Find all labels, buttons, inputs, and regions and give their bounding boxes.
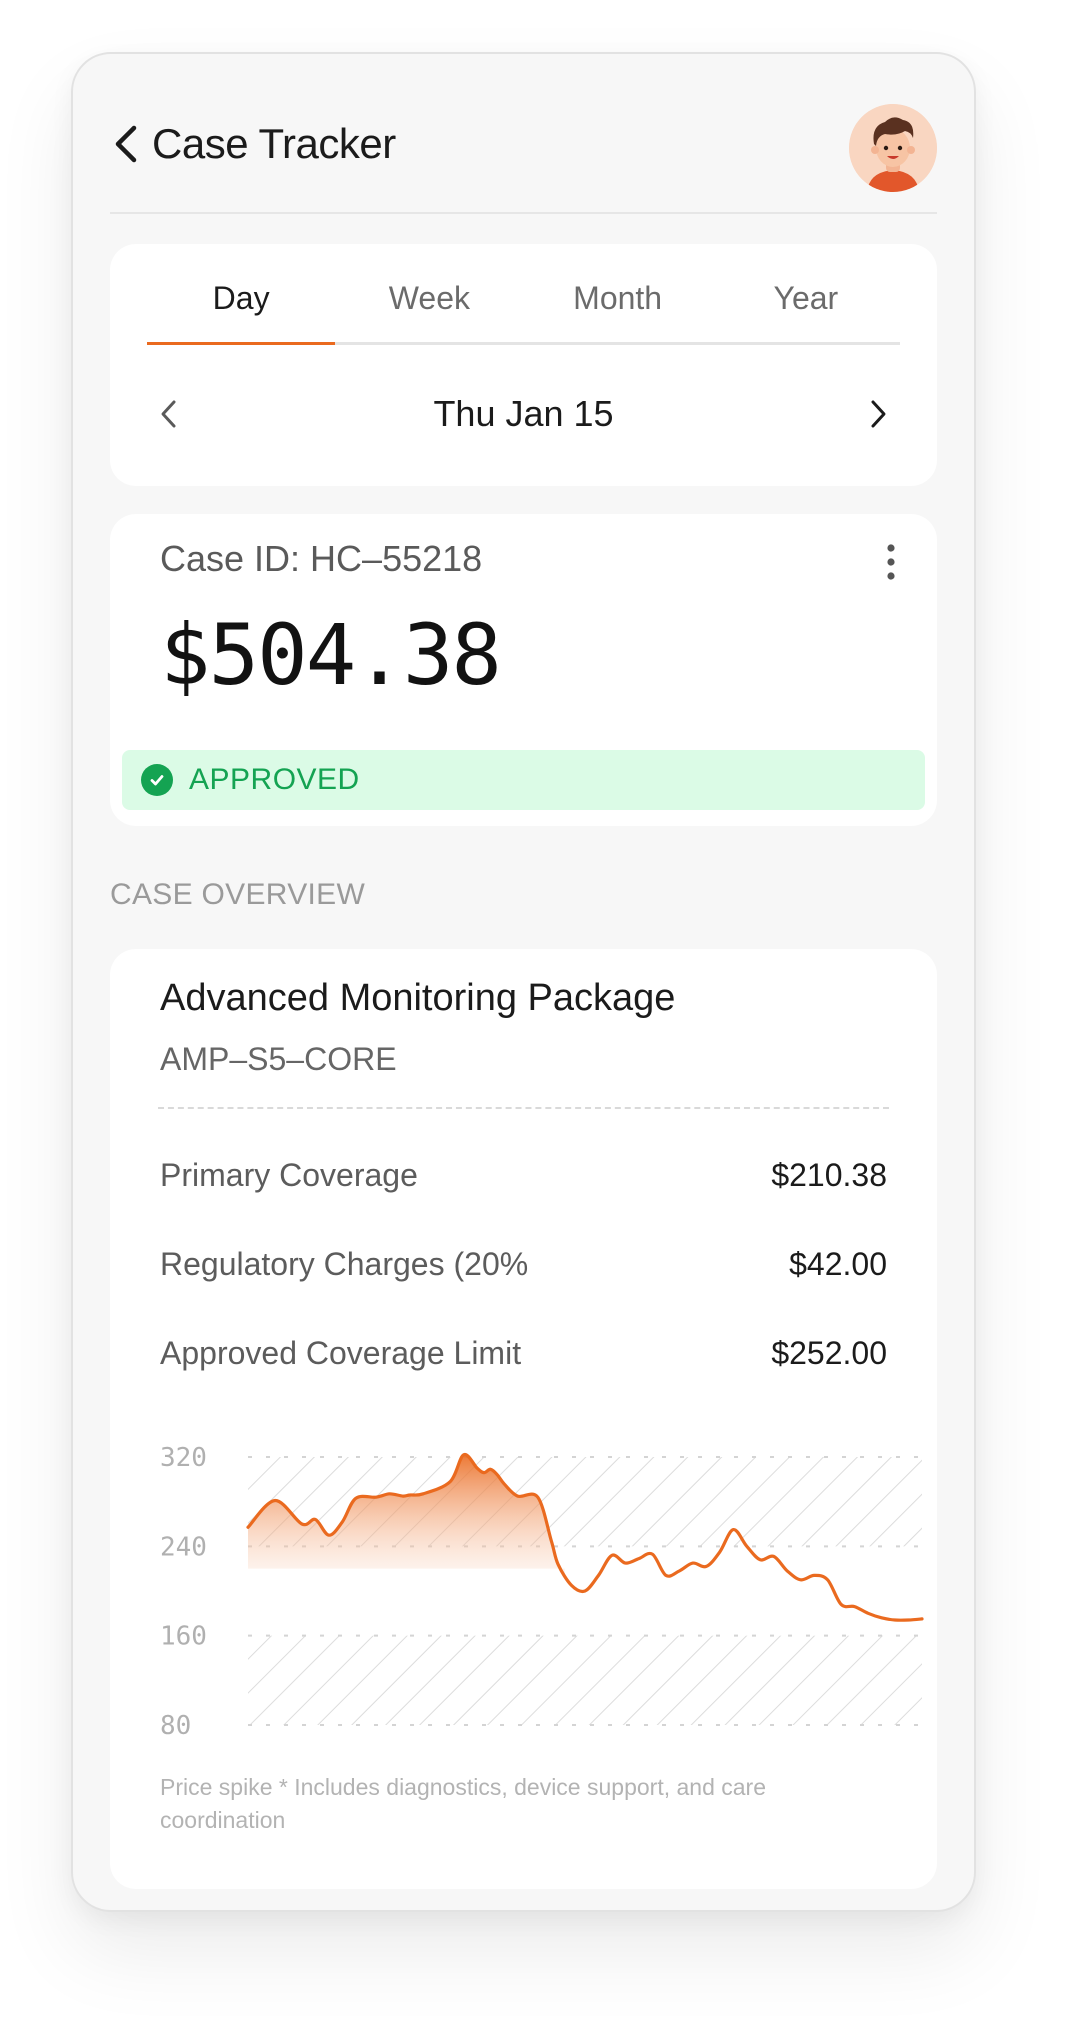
next-date-button[interactable] bbox=[856, 392, 900, 436]
tab-day[interactable]: Day bbox=[147, 244, 336, 345]
cost-row-value: $42.00 bbox=[789, 1245, 887, 1282]
chart-footnote: Price spike * Includes diagnostics, devi… bbox=[160, 1774, 766, 1833]
tab-year[interactable]: Year bbox=[712, 244, 900, 342]
previous-date-button[interactable] bbox=[147, 392, 191, 436]
case-summary-card: Case ID: HC–55218 $504.38 APPROVED bbox=[110, 514, 937, 826]
cost-row: Approved Coverage Limit $252.00 bbox=[160, 1331, 887, 1375]
cost-row-label: Primary Coverage bbox=[160, 1156, 418, 1193]
cost-row-value: $252.00 bbox=[771, 1334, 887, 1371]
date-navigator: Thu Jan 15 bbox=[147, 384, 900, 444]
case-id: Case ID: HC–55218 bbox=[160, 538, 483, 579]
app-header: Case Tracker bbox=[110, 104, 937, 214]
current-date: Thu Jan 15 bbox=[433, 393, 614, 434]
y-tick-label: 320 bbox=[160, 1443, 207, 1473]
cost-row: Primary Coverage $210.38 bbox=[160, 1153, 887, 1197]
cost-row-label: Approved Coverage Limit bbox=[160, 1334, 522, 1371]
price-chart: 320 240 160 80 bbox=[160, 1443, 924, 1741]
phone-frame: Case Tracker Day Week Month Year Thu Jan… bbox=[71, 52, 976, 1912]
y-tick-label: 160 bbox=[160, 1622, 207, 1652]
package-name: Advanced Monitoring Package bbox=[160, 977, 676, 1019]
avatar[interactable] bbox=[849, 104, 937, 192]
cost-row-label: Regulatory Charges (20% bbox=[160, 1245, 529, 1282]
case-amount: $504.38 bbox=[160, 606, 502, 704]
package-code: AMP–S5–CORE bbox=[160, 1041, 397, 1077]
tab-month[interactable]: Month bbox=[524, 244, 712, 342]
more-options-icon[interactable] bbox=[885, 542, 897, 582]
status-label: APPROVED bbox=[189, 763, 360, 796]
cost-row-value: $210.38 bbox=[771, 1156, 887, 1193]
divider bbox=[158, 1107, 889, 1109]
chevron-left-icon bbox=[161, 400, 176, 428]
period-tabs: Day Week Month Year bbox=[147, 244, 900, 345]
chevron-right-icon bbox=[871, 400, 886, 428]
overview-card: Advanced Monitoring Package AMP–S5–CORE … bbox=[110, 949, 937, 1889]
y-tick-label: 80 bbox=[160, 1711, 191, 1741]
hatched-band bbox=[248, 1635, 922, 1725]
user-avatar-icon bbox=[849, 104, 937, 192]
check-circle-icon bbox=[141, 764, 173, 796]
cost-row: Regulatory Charges (20% $42.00 bbox=[160, 1242, 887, 1286]
y-tick-label: 240 bbox=[160, 1532, 207, 1562]
section-title: CASE OVERVIEW bbox=[110, 878, 366, 911]
period-card: Day Week Month Year Thu Jan 15 bbox=[110, 244, 937, 486]
tab-week[interactable]: Week bbox=[335, 244, 523, 342]
chevron-left-icon bbox=[115, 125, 137, 163]
status-badge: APPROVED bbox=[122, 750, 925, 810]
back-button[interactable]: Case Tracker bbox=[110, 112, 396, 176]
page-title: Case Tracker bbox=[152, 120, 396, 167]
